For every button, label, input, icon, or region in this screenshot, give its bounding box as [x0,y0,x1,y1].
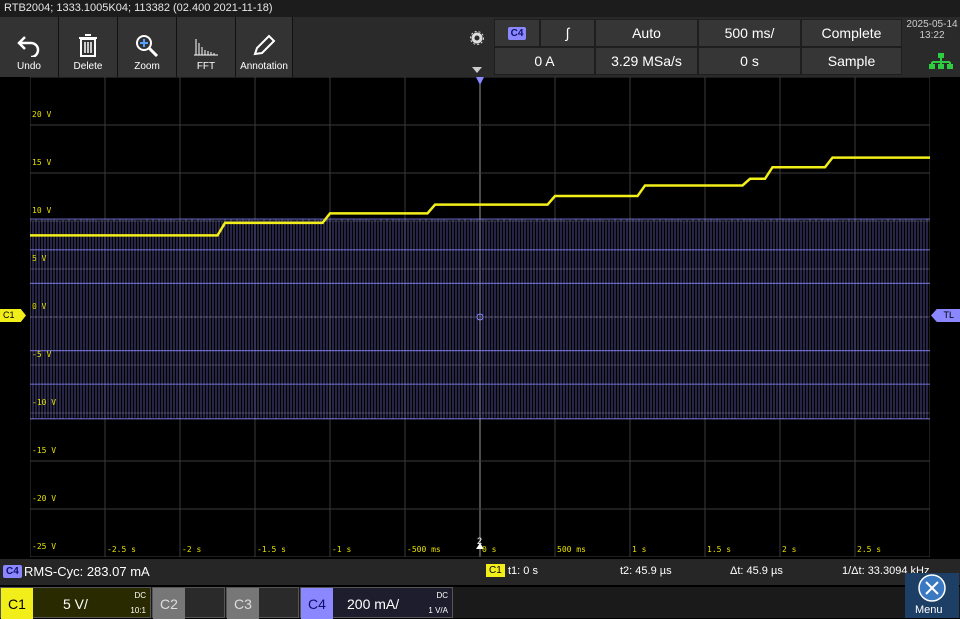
y-tick-label: 5 V [32,254,47,263]
trigger-level-label: 0 A [534,53,555,69]
y-tick-label: -15 V [32,446,57,455]
trigger-level-marker[interactable]: TL [931,309,960,322]
channel-3-name: C3 [227,588,259,619]
zoom-label: Zoom [134,61,160,72]
cursor-t1: t1: 0 s [508,565,538,577]
acquisition-mode[interactable]: Sample [801,47,902,75]
trigger-source[interactable]: C4 [494,19,540,47]
channel-2-tile[interactable]: C2 [152,587,225,619]
annotation-button[interactable]: Annotation [236,17,293,77]
sample-rate-label: 3.29 MSa/s [611,53,682,69]
channel-1-scale: 5 V/ [63,596,88,612]
channel-bar: C1 5 V/ DC 10:1 C2 C3 C4 200 mA/ DC 1 V/… [0,573,960,619]
measure-channel-badge: C4 [3,565,22,578]
window-title: RTB2004; 1333.1005K04; 113382 (02.400 20… [0,0,960,17]
channel-4-tile[interactable]: C4 200 mA/ DC 1 V/A [300,587,453,619]
chevron-down-icon [472,67,482,73]
y-tick-label: 15 V [32,158,52,167]
x-tick-label: -1 s [332,545,352,554]
x-tick-label: -1.5 s [257,545,286,554]
measurement-value[interactable]: RMS-Cyc: 283.07 mA [24,564,150,579]
horizontal-position[interactable]: 0 s [698,47,801,75]
y-tick-label: -25 V [32,542,57,551]
channel-1-probe: 10:1 [130,606,146,615]
gear-icon [470,31,484,45]
network-icon [929,53,953,69]
cursor-delta: Δt: 45.9 µs [730,565,783,577]
y-tick-label: 20 V [32,110,52,119]
trigger-mode-label: Auto [632,25,661,41]
waveform-plot[interactable]: 2 [30,77,930,557]
channel-3-tile[interactable]: C3 [226,587,299,619]
timebase[interactable]: 500 ms/ [698,19,801,47]
pen-icon [253,34,276,56]
channel-4-name: C4 [301,588,333,619]
timebase-label: 500 ms/ [724,25,775,41]
delete-label: Delete [73,61,103,72]
trigger-mode[interactable]: Auto [595,19,698,47]
clock-date: 2025-05-14 [906,19,958,30]
acq-state-label: Complete [821,25,882,41]
cursor-t2: t2: 45.9 µs [620,565,672,577]
x-tick-label: 500 ms [557,545,586,554]
position-label: 0 s [740,53,759,69]
channel-1-tile[interactable]: C1 5 V/ DC 10:1 [0,587,151,619]
x-tick-label: 1 s [632,545,647,554]
y-tick-label: 10 V [32,206,52,215]
undo-icon [17,36,40,57]
trash-icon [79,34,97,57]
x-tick-label: 2 s [782,545,797,554]
x-tick-label: 0 s [482,545,497,554]
x-tick-label: 2.5 s [857,545,882,554]
slope-icon: ∫ [565,25,570,41]
channel-2-name: C2 [153,588,185,619]
undo-button[interactable]: Undo [0,17,59,77]
channel-1-name: C1 [1,588,33,619]
y-tick-label: 0 V [32,302,47,311]
cursor-channel-badge: C1 [486,564,505,577]
channel-4-scale: 200 mA/ [347,596,400,612]
x-tick-label: -2.5 s [107,545,136,554]
trigger-level[interactable]: 0 A [494,47,595,75]
undo-label: Undo [17,61,41,72]
menu-button[interactable]: Menu [905,573,959,618]
y-tick-label: -20 V [32,494,57,503]
sample-rate: 3.29 MSa/s [595,47,698,75]
fft-label: FFT [196,61,216,72]
menu-label: Menu [915,604,943,616]
channel-offset-marker[interactable]: C1 [0,309,26,322]
zoom-icon [136,35,159,57]
x-tick-label: -500 ms [407,545,441,554]
channel-1-coupling: DC [134,591,146,600]
acquisition-state[interactable]: Complete [801,19,902,47]
settings-button[interactable] [470,31,490,73]
clock-time: 13:22 [919,30,945,41]
clock: 2025-05-14 13:22 [904,19,960,41]
acq-mode-label: Sample [827,53,876,69]
channel-4-coupling: DC [436,591,448,600]
toolbar: Undo Delete Zoom FFT Annotation C4 ∫ Aut… [0,17,960,77]
zoom-button[interactable]: Zoom [118,17,177,77]
trigger-source-badge: C4 [507,26,527,40]
fft-button[interactable]: FFT [177,17,236,77]
fft-icon [194,39,218,56]
channel-4-waveform [30,218,930,420]
x-tick-label: 1.5 s [707,545,732,554]
status-bar: C4 RMS-Cyc: 283.07 mA C1 t1: 0 s t2: 45.… [0,559,960,585]
trigger-slope[interactable]: ∫ [540,19,595,47]
y-tick-label: -10 V [32,398,57,407]
annotation-label: Annotation [240,61,288,72]
x-tick-label: -2 s [182,545,202,554]
y-tick-label: -5 V [32,350,52,359]
channel-4-probe: 1 V/A [428,606,448,615]
delete-button[interactable]: Delete [59,17,118,77]
brand-logo-icon [918,574,946,602]
